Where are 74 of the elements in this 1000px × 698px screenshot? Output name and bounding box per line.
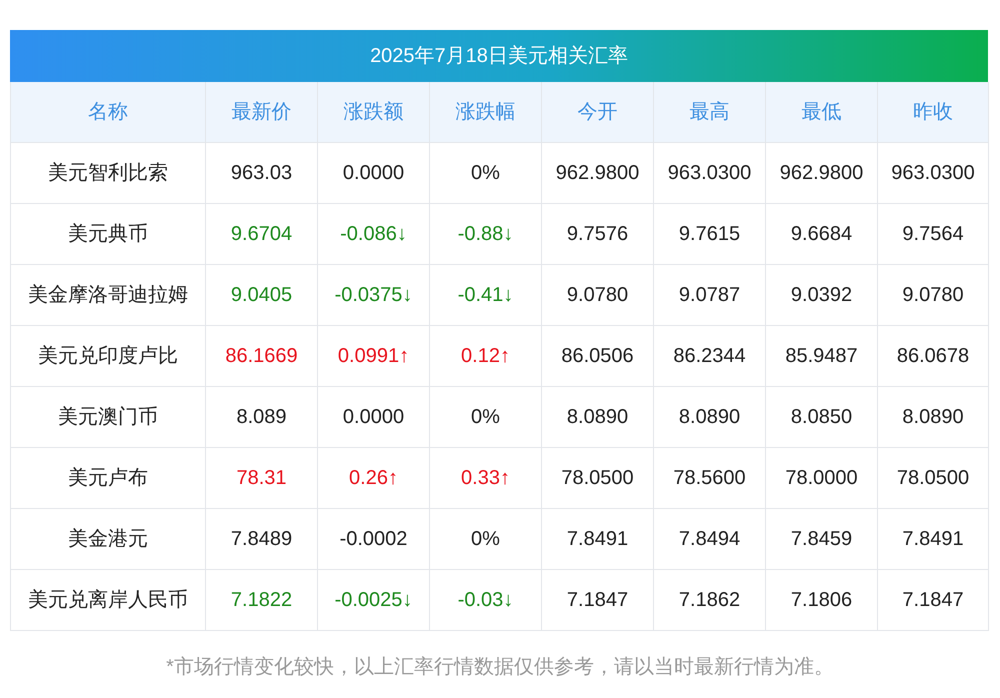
table-cell: 9.0780 [542, 265, 654, 326]
column-header: 涨跌幅 [430, 82, 542, 143]
table-cell: -0.03↓ [430, 570, 542, 631]
column-header: 涨跌额 [318, 82, 430, 143]
table-cell: 78.31 [206, 448, 318, 509]
table-cell: 0% [430, 143, 542, 204]
column-header: 名称 [11, 82, 206, 143]
table-cell: 86.1669 [206, 326, 318, 387]
table-cell: 美元智利比索 [11, 143, 206, 204]
table-cell: 7.8459 [766, 509, 878, 570]
table-cell: -0.41↓ [430, 265, 542, 326]
table-cell: -0.0002 [318, 509, 430, 570]
table-cell: 0% [430, 509, 542, 570]
column-header: 最高 [654, 82, 766, 143]
table-cell: 7.1806 [766, 570, 878, 631]
column-header: 最新价 [206, 82, 318, 143]
table-cell: -0.0375↓ [318, 265, 430, 326]
table-cell: 78.5600 [654, 448, 766, 509]
table-cell: 7.8489 [206, 509, 318, 570]
table-cell: 美元兑印度卢比 [11, 326, 206, 387]
table-cell: 0.0000 [318, 143, 430, 204]
table-title: 2025年7月18日美元相关汇率 [10, 30, 988, 82]
table-cell: 78.0500 [878, 448, 989, 509]
table-cell: 9.0780 [878, 265, 989, 326]
table-cell: 7.8491 [878, 509, 989, 570]
table-cell: 86.0678 [878, 326, 989, 387]
table-cell: 8.089 [206, 387, 318, 448]
table-cell: 78.0500 [542, 448, 654, 509]
table-cell: 962.9800 [766, 143, 878, 204]
table-cell: 8.0890 [654, 387, 766, 448]
table-cell: 9.7564 [878, 204, 989, 265]
table-cell: 7.1822 [206, 570, 318, 631]
table-cell: 85.9487 [766, 326, 878, 387]
table-cell: 963.0300 [654, 143, 766, 204]
table-cell: 7.1847 [878, 570, 989, 631]
table-cell: 8.0890 [542, 387, 654, 448]
table-cell: 美元兑离岸人民币 [11, 570, 206, 631]
table-cell: 7.1847 [542, 570, 654, 631]
table-cell: -0.0025↓ [318, 570, 430, 631]
column-header: 今开 [542, 82, 654, 143]
table-cell: 7.8494 [654, 509, 766, 570]
table-cell: 9.0405 [206, 265, 318, 326]
column-header: 昨收 [878, 82, 989, 143]
table-cell: 7.1862 [654, 570, 766, 631]
table-cell: 9.6684 [766, 204, 878, 265]
table-cell: 0.0991↑ [318, 326, 430, 387]
table-cell: 78.0000 [766, 448, 878, 509]
table-cell: 9.0787 [654, 265, 766, 326]
table-cell: 86.2344 [654, 326, 766, 387]
table-cell: 9.7615 [654, 204, 766, 265]
table-cell: 美金港元 [11, 509, 206, 570]
table-cell: 0.33↑ [430, 448, 542, 509]
table-cell: 0.12↑ [430, 326, 542, 387]
table-cell: -0.086↓ [318, 204, 430, 265]
table-cell: 0.0000 [318, 387, 430, 448]
table-cell: 7.8491 [542, 509, 654, 570]
table-cell: 8.0890 [878, 387, 989, 448]
table-cell: 美元卢布 [11, 448, 206, 509]
table-cell: 9.0392 [766, 265, 878, 326]
table-cell: 8.0850 [766, 387, 878, 448]
table-cell: 美元典币 [11, 204, 206, 265]
column-header: 最低 [766, 82, 878, 143]
table-cell: 9.7576 [542, 204, 654, 265]
table-cell: -0.88↓ [430, 204, 542, 265]
table-cell: 美金摩洛哥迪拉姆 [11, 265, 206, 326]
table-cell: 963.0300 [878, 143, 989, 204]
footnote: *市场行情变化较快，以上汇率行情数据仅供参考，请以当时最新行情为准。 [165, 655, 835, 680]
table-cell: 86.0506 [542, 326, 654, 387]
table-cell: 0% [430, 387, 542, 448]
table-cell: 963.03 [206, 143, 318, 204]
table-cell: 962.9800 [542, 143, 654, 204]
table-cell: 美元澳门币 [11, 387, 206, 448]
table-cell: 0.26↑ [318, 448, 430, 509]
table-cell: 9.6704 [206, 204, 318, 265]
